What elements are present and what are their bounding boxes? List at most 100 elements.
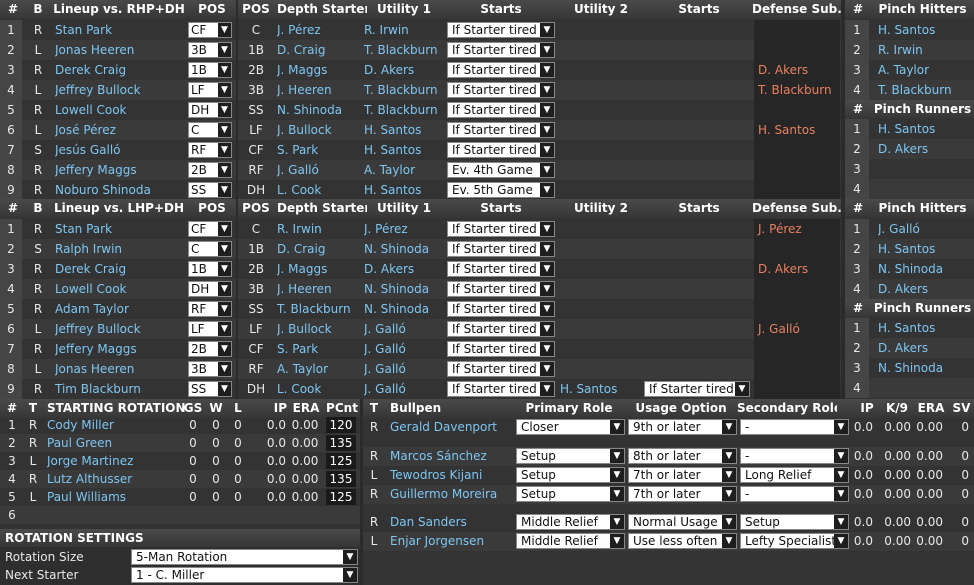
reliever-name-link[interactable]: Tewodros Kijani [390,466,516,485]
primary-role-select[interactable]: Middle Relief ▼ [516,533,625,549]
depth-starter-link[interactable]: J. Bullock [277,120,363,140]
secondary-role-select[interactable]: - ▼ [740,419,849,435]
player-name-link[interactable]: José Pérez [55,120,185,140]
defense-sub-link[interactable]: T. Blackburn [754,80,840,100]
starts-select[interactable]: Ev. 5th Game ▼ [447,182,555,198]
position-select[interactable]: CF ▼ [188,22,232,38]
starts-select[interactable]: If Starter tired ▼ [447,62,555,78]
player-name-link[interactable]: Jonas Heeren [55,359,185,379]
player-name-link[interactable]: Derek Craig [55,60,185,80]
starts-select[interactable]: Ev. 4th Game ▼ [447,162,555,178]
position-select[interactable]: C ▼ [188,241,232,257]
pinch-hitter-name-link[interactable]: T. Blackburn [878,80,972,100]
depth-starter-link[interactable]: J. Galló [277,160,363,180]
pitcher-name-link[interactable]: Paul Williams [47,488,181,506]
reliever-name-link[interactable]: Dan Sanders [390,513,516,532]
usage-option-select[interactable]: Normal Usage ▼ [628,514,737,530]
defense-sub-link[interactable] [754,299,840,319]
utility1-link[interactable]: D. Akers [364,259,446,279]
depth-starter-link[interactable]: L. Cook [277,180,363,199]
utility1-link[interactable]: T. Blackburn [364,100,446,120]
position-select[interactable]: RF ▼ [188,301,232,317]
pinch-runner-name-link[interactable]: H. Santos [878,318,972,338]
pinch-hitter-name-link[interactable]: R. Irwin [878,40,972,60]
starts-select[interactable]: If Starter tired ▼ [447,381,555,397]
position-select[interactable]: RF ▼ [188,142,232,158]
pinch-runner-name-link[interactable] [878,159,972,179]
secondary-role-select[interactable]: - ▼ [740,486,849,502]
pitch-count-input[interactable]: 120 [326,417,356,433]
pinch-hitter-name-link[interactable]: A. Taylor [878,60,972,80]
position-select[interactable]: C ▼ [188,122,232,138]
starts-select[interactable]: If Starter tired ▼ [447,42,555,58]
depth-starter-link[interactable]: N. Shinoda [277,100,363,120]
pitcher-name-link[interactable]: Cody Miller [47,416,181,434]
player-name-link[interactable]: Jeffery Maggs [55,339,185,359]
starts-select[interactable]: If Starter tired ▼ [447,221,555,237]
primary-role-select[interactable]: Closer ▼ [516,419,625,435]
player-name-link[interactable]: Lowell Cook [55,100,185,120]
pinch-runner-name-link[interactable]: N. Shinoda [878,358,972,378]
position-select[interactable]: DH ▼ [188,102,232,118]
utility1-link[interactable]: J. Pérez [364,219,446,239]
pinch-runner-name-link[interactable] [878,179,972,199]
utility1-link[interactable]: N. Shinoda [364,239,446,259]
position-select[interactable]: DH ▼ [188,281,232,297]
position-select[interactable]: 3B ▼ [188,42,232,58]
usage-option-select[interactable]: Use less often ▼ [628,533,737,549]
depth-starter-link[interactable]: T. Blackburn [277,299,363,319]
utility1-link[interactable]: H. Santos [364,140,446,160]
depth-starter-link[interactable]: J. Bullock [277,319,363,339]
depth-starter-link[interactable]: J. Maggs [277,259,363,279]
position-select[interactable]: 3B ▼ [188,361,232,377]
utility1-link[interactable]: N. Shinoda [364,279,446,299]
utility1-link[interactable]: J. Galló [364,339,446,359]
pitcher-name-link[interactable]: Paul Green [47,434,181,452]
usage-option-select[interactable]: 9th or later ▼ [628,419,737,435]
pinch-runner-name-link[interactable]: H. Santos [878,119,972,139]
player-name-link[interactable]: Jesús Galló [55,140,185,160]
player-name-link[interactable]: Jonas Heeren [55,40,185,60]
reliever-name-link[interactable]: Marcos Sánchez [390,447,516,466]
utility1-link[interactable]: J. Galló [364,359,446,379]
position-select[interactable]: LF ▼ [188,321,232,337]
pinch-hitter-name-link[interactable]: H. Santos [878,20,972,40]
utility1-link[interactable]: T. Blackburn [364,40,446,60]
pitch-count-input[interactable]: 135 [326,435,356,451]
next-starter-select[interactable]: 1 - C. Miller ▼ [131,567,358,583]
defense-sub-link[interactable] [754,279,840,299]
pinch-hitter-name-link[interactable]: D. Akers [878,279,972,299]
reliever-name-link[interactable]: Guillermo Moreira [390,485,516,504]
position-select[interactable]: SS ▼ [188,182,232,198]
depth-starter-link[interactable]: S. Park [277,339,363,359]
position-select[interactable]: SS ▼ [188,381,232,397]
primary-role-select[interactable]: Setup ▼ [516,486,625,502]
utility1-link[interactable]: J. Galló [364,379,446,399]
starts-select[interactable]: If Starter tired ▼ [447,122,555,138]
usage-option-select[interactable]: 8th or later ▼ [628,448,737,464]
depth-starter-link[interactable]: A. Taylor [277,359,363,379]
utility1-link[interactable]: D. Akers [364,60,446,80]
pitcher-name-link[interactable]: Lutz Althusser [47,470,181,488]
player-name-link[interactable]: Jeffrey Bullock [55,80,185,100]
secondary-role-select[interactable]: Lefty Specialist ▼ [740,533,849,549]
secondary-role-select[interactable]: Long Relief ▼ [740,467,849,483]
depth-starter-link[interactable]: J. Pérez [277,20,363,40]
defense-sub-link[interactable] [754,100,840,120]
player-name-link[interactable]: Derek Craig [55,259,185,279]
pitch-count-input[interactable]: 135 [326,471,356,487]
pitcher-name-link[interactable]: Jorge Martinez [47,452,181,470]
utility1-link[interactable]: H. Santos [364,180,446,199]
pinch-hitter-name-link[interactable]: N. Shinoda [878,259,972,279]
utility1-link[interactable]: N. Shinoda [364,299,446,319]
utility1-link[interactable]: T. Blackburn [364,80,446,100]
pitch-count-input[interactable]: 125 [326,489,356,505]
starts-select[interactable]: If Starter tired ▼ [447,321,555,337]
depth-starter-link[interactable]: R. Irwin [277,219,363,239]
player-name-link[interactable]: Stan Park [55,219,185,239]
starts-select[interactable]: If Starter tired ▼ [447,361,555,377]
depth-starter-link[interactable]: J. Heeren [277,279,363,299]
defense-sub-link[interactable]: H. Santos [754,120,840,140]
starts2-select[interactable]: If Starter tired ▼ [644,381,750,397]
player-name-link[interactable]: Ralph Irwin [55,239,185,259]
